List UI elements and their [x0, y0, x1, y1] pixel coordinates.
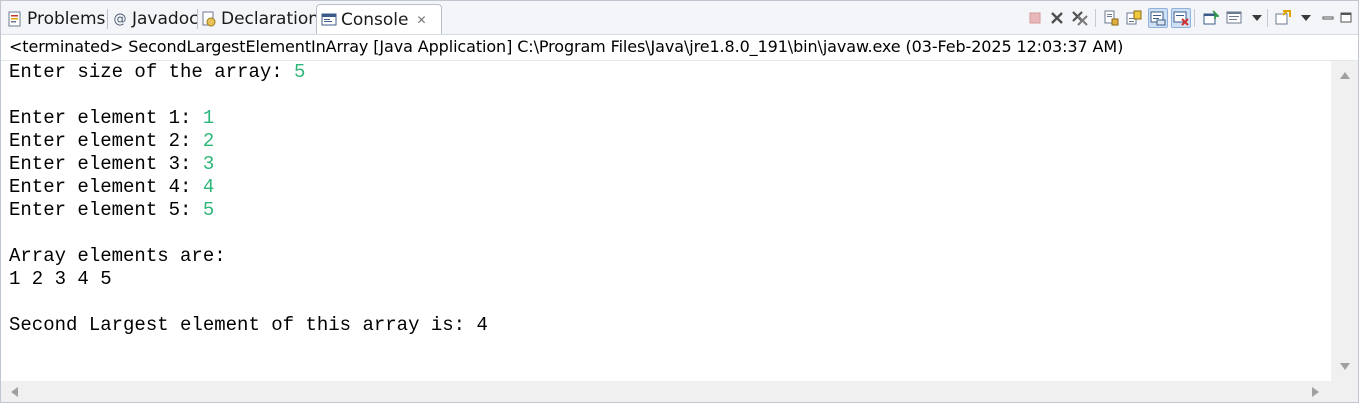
console-output-text: Enter element 5: [9, 199, 203, 221]
scrollbar-corner [1331, 381, 1358, 402]
tab-separator [107, 9, 108, 29]
minimize-icon[interactable] [1319, 9, 1337, 27]
view-tab-bar: Problems @ Javadoc Declaration Console ✕ [1, 1, 1358, 35]
tab-declaration[interactable]: Declaration [201, 5, 319, 33]
display-selected-console-icon[interactable] [1225, 9, 1243, 27]
tab-label: Declaration [221, 9, 320, 29]
console-line: Second Largest element of this array is:… [9, 314, 488, 337]
console-line: 1 2 3 4 5 [9, 268, 488, 291]
toolbar-separator [1267, 9, 1268, 27]
remove-all-terminated-icon[interactable] [1071, 9, 1089, 27]
toolbar-separator [1095, 9, 1096, 27]
problems-icon [7, 11, 23, 27]
declaration-icon [201, 11, 217, 27]
console-line: Enter size of the array: 5 [9, 61, 488, 84]
scroll-down-icon[interactable] [1331, 359, 1358, 375]
console-icon [321, 12, 337, 28]
pin-console-icon[interactable] [1202, 9, 1220, 27]
tab-console[interactable]: Console ✕ [316, 4, 442, 34]
console-output-text: Enter element 3: [9, 153, 203, 175]
console-line: Enter element 4: 4 [9, 176, 488, 199]
console-text: Enter size of the array: 5 Enter element … [9, 61, 488, 337]
console-line: Enter element 1: 1 [9, 107, 488, 130]
tab-label: Javadoc [132, 9, 199, 29]
console-input-text: 4 [202, 176, 215, 198]
console-view: Problems @ Javadoc Declaration Console ✕ [0, 0, 1359, 403]
open-console-icon[interactable] [1274, 9, 1292, 27]
open-console-menu-icon[interactable] [1297, 9, 1315, 27]
maximize-icon[interactable] [1337, 9, 1355, 27]
scroll-left-icon[interactable] [7, 384, 21, 400]
terminate-icon[interactable] [1026, 9, 1044, 27]
console-output-text: Enter element 2: [9, 130, 203, 152]
close-icon[interactable]: ✕ [417, 13, 427, 27]
remove-launch-icon[interactable] [1048, 9, 1066, 27]
horizontal-scrollbar[interactable] [1, 381, 1331, 402]
console-input-text: 5 [202, 199, 215, 221]
console-line: Enter element 5: 5 [9, 199, 488, 222]
at-icon: @ [113, 11, 127, 27]
vertical-scrollbar[interactable] [1331, 61, 1358, 381]
scroll-up-icon[interactable] [1331, 67, 1358, 83]
show-console-on-stdout-icon[interactable] [1148, 8, 1168, 28]
view-menu-icon[interactable] [1248, 9, 1266, 27]
console-output-text: 1 2 3 4 5 [9, 268, 112, 290]
word-wrap-icon[interactable] [1125, 9, 1143, 27]
console-line: Enter element 3: 3 [9, 153, 488, 176]
console-output-text: Enter element 4: [9, 176, 203, 198]
console-output-text: Array elements are: [9, 245, 226, 267]
console-line: Array elements are: [9, 245, 488, 268]
tab-separator [197, 9, 198, 29]
tab-label: Problems [27, 9, 106, 29]
console-line: Enter element 2: 2 [9, 130, 488, 153]
tab-javadoc[interactable]: @ Javadoc [112, 5, 199, 33]
scroll-lock-icon[interactable] [1102, 9, 1120, 27]
console-input-text: 2 [202, 130, 215, 152]
show-console-on-stderr-icon[interactable] [1171, 8, 1191, 28]
console-input-text: 1 [202, 107, 215, 129]
scroll-right-icon[interactable] [1309, 384, 1323, 400]
tab-problems[interactable]: Problems [7, 5, 105, 33]
toolbar-separator [1194, 9, 1195, 27]
console-input-text: 5 [294, 61, 306, 83]
console-input-text: 3 [202, 153, 215, 175]
console-output-text: Enter size of the array: [9, 61, 295, 83]
process-status-line: <terminated> SecondLargestElementInArray… [9, 37, 1124, 56]
console-output[interactable]: Enter size of the array: 5 Enter element … [1, 61, 1331, 381]
console-output-text: Second Largest element of this array is:… [9, 314, 488, 336]
tab-label: Console [341, 9, 409, 30]
console-output-text: Enter element 1: [9, 107, 203, 129]
